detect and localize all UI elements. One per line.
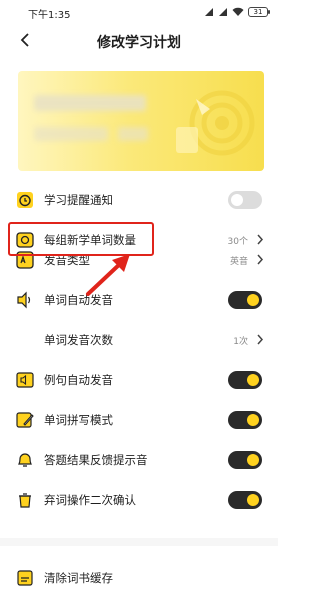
toggle-knob [247,414,259,426]
study-reminder-toggle[interactable] [228,191,262,209]
blurred-text [34,127,108,141]
chevron-right-icon [257,334,264,345]
trash-icon [19,493,31,508]
setting-row-discard-confirm[interactable]: 弃词操作二次确认 [0,480,278,520]
setting-row-feedback-sound[interactable]: 答题结果反馈提示音 [0,440,278,480]
pencil-icon [16,412,34,428]
sentence-auto-pronounce-toggle[interactable] [228,371,262,389]
setting-row-study-reminder[interactable]: 学习提醒通知 [0,180,278,220]
signal-icon [219,8,227,16]
setting-value: 英音 [229,257,248,267]
broom-icon [17,570,33,586]
spelling-mode-toggle[interactable] [228,411,262,429]
setting-label: 答题结果反馈提示音 [44,453,148,467]
status-time: 下午1:35 [28,10,71,21]
chevron-right-icon [257,254,264,265]
speaker-icon [17,291,31,309]
discard-confirm-toggle[interactable] [228,491,262,509]
status-bar: 下午1:35 31 [0,0,278,26]
blurred-text [118,127,148,141]
setting-row-sentence-auto-pronounce[interactable]: 例句自动发音 [0,360,278,400]
setting-value: 1次 [233,337,248,347]
nav-bar: 修改学习计划 [0,26,278,56]
setting-label: 弃词操作二次确认 [44,493,136,507]
setting-row-clear-cache[interactable]: 清除词书缓存 [0,558,278,598]
battery-icon: 31 [248,7,270,17]
setting-row-word-auto-pronounce[interactable]: 单词自动发音 [0,280,278,320]
toggle-knob [247,294,259,306]
setting-label: 例句自动发音 [44,373,113,387]
setting-row-spelling-mode[interactable]: 单词拼写模式 [0,400,278,440]
speaker-book-icon [16,372,34,388]
battery-level: 31 [253,8,263,16]
setting-label: 单词拼写模式 [44,413,113,427]
setting-row-pronounce-count[interactable]: 单词发音次数 1次 [0,320,278,360]
setting-label: 单词发音次数 [44,333,113,347]
wifi-icon [232,7,244,16]
section-divider [0,538,278,546]
blurred-text [34,95,146,111]
toggle-knob [247,374,259,386]
toggle-knob [247,454,259,466]
toggle-knob [247,494,259,506]
word-auto-pronounce-toggle[interactable] [228,291,262,309]
annotation-highlight-box [8,222,154,256]
setting-label: 清除词书缓存 [44,571,113,585]
status-icons: 31 [204,5,270,19]
alarm-clock-icon [17,192,33,208]
page-title: 修改学习计划 [97,35,181,51]
setting-label: 学习提醒通知 [44,193,113,207]
toggle-knob [231,194,243,206]
target-illustration-icon [176,90,255,156]
bell-icon [18,453,32,467]
feedback-sound-toggle[interactable] [228,451,262,469]
setting-label: 单词自动发音 [44,293,113,307]
signal-icon [205,8,213,16]
plan-banner [18,71,264,171]
